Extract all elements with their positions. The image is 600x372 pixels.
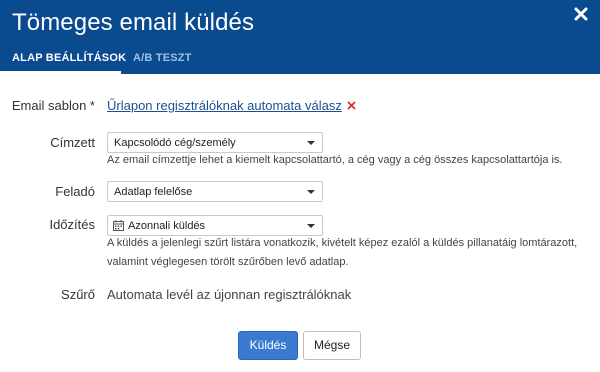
recipient-select[interactable]: Kapcsolódó cég/személy xyxy=(107,132,323,153)
cancel-button[interactable]: Mégse xyxy=(303,331,361,360)
template-label: Email sablon * xyxy=(11,98,95,113)
timing-select-value: Azonnali küldés xyxy=(128,220,206,232)
chevron-down-icon xyxy=(307,190,315,194)
template-link[interactable]: Űrlapon regisztrálóknak automata válasz xyxy=(107,98,342,113)
sender-select-value: Adatlap felelőse xyxy=(114,186,193,198)
chevron-down-icon xyxy=(307,224,315,228)
timing-label: Időzítés xyxy=(49,217,95,232)
recipient-select-value: Kapcsolódó cég/személy xyxy=(114,137,236,149)
timing-help-line-1: A küldés a jelenlegi szűrt listára vonat… xyxy=(107,237,578,249)
active-tab-indicator xyxy=(0,71,121,74)
tab-basic-settings[interactable]: ALAP BEÁLLÍTÁSOK xyxy=(12,52,126,64)
timing-help-line-2: valamint véglegesen törölt szűrőben levő… xyxy=(107,256,349,268)
sender-label: Feladó xyxy=(55,184,95,199)
dialog-title: Tömeges email küldés xyxy=(12,9,255,36)
send-button[interactable]: Küldés xyxy=(238,331,298,360)
tab-ab-test[interactable]: A/B TESZT xyxy=(133,52,192,64)
recipient-help-text: Az email címzettje lehet a kiemelt kapcs… xyxy=(107,154,563,166)
filter-value: Automata levél az újonnan regisztrálókna… xyxy=(107,287,352,302)
chevron-down-icon xyxy=(307,141,315,145)
calendar-icon xyxy=(113,220,124,231)
sender-select[interactable]: Adatlap felelőse xyxy=(107,181,323,202)
filter-label: Szűrő xyxy=(61,287,95,302)
timing-select[interactable]: Azonnali küldés xyxy=(107,215,323,236)
remove-icon[interactable] xyxy=(347,101,356,110)
close-icon[interactable] xyxy=(572,5,590,23)
recipient-label: Címzett xyxy=(50,135,95,150)
dialog-header: Tömeges email küldés ALAP BEÁLLÍTÁSOK A/… xyxy=(0,0,600,74)
